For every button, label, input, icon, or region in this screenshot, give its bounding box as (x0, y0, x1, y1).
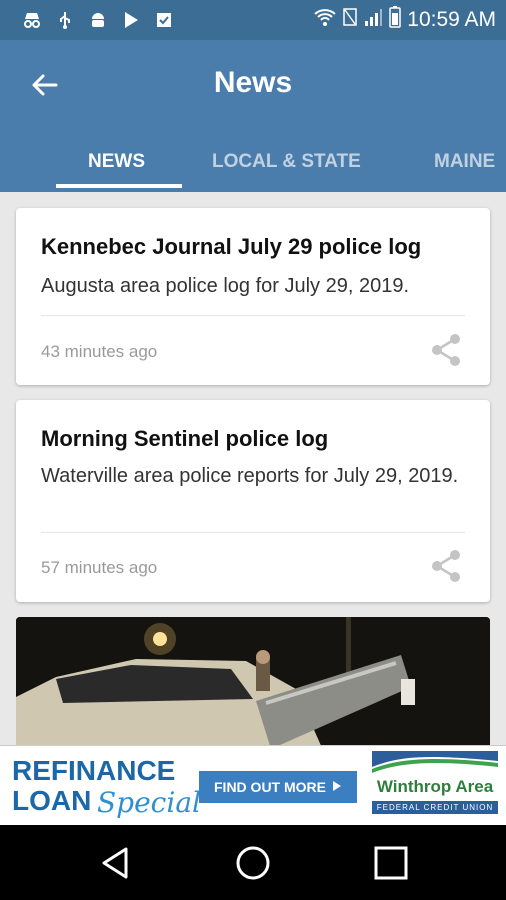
ad-special-text: Special (97, 786, 201, 819)
system-indicators: 10:59 AM (313, 6, 506, 34)
tab-news[interactable]: NEWS (88, 145, 145, 189)
ad-find-out-more-button[interactable]: FIND OUT MORE (199, 771, 357, 803)
bank-subtitle: FEDERAL CREDIT UNION (372, 801, 498, 814)
article-photo[interactable] (16, 617, 490, 745)
article-title: Kennebec Journal July 29 police log (41, 234, 422, 259)
ad-headline: REFINANCE (12, 755, 176, 786)
page-title: News (213, 66, 293, 99)
bank-logo: Winthrop Area FEDERAL CREDIT UNION (372, 751, 498, 821)
active-tab-indicator (56, 184, 182, 188)
status-bar: 10:59 AM (0, 0, 506, 40)
article-timestamp: 43 minutes ago (41, 342, 158, 361)
bank-name: Winthrop Area (376, 777, 494, 796)
share-icon[interactable] (430, 549, 462, 583)
article-card[interactable]: Morning Sentinel police log Waterville a… (16, 400, 490, 602)
nav-back-icon[interactable] (98, 845, 134, 881)
battery-icon (389, 6, 402, 34)
card-divider (41, 315, 465, 316)
signal-icon (363, 7, 383, 33)
ad-banner[interactable]: REFINANCE LOAN Special FIND OUT MORE Win… (0, 745, 506, 826)
clock: 10:59 AM (407, 8, 496, 31)
article-description: Augusta area police log for July 29, 201… (41, 275, 410, 297)
wifi-icon (313, 7, 337, 33)
tab-maine[interactable]: MAINE (434, 145, 495, 189)
incognito-icon (22, 10, 42, 30)
share-icon[interactable] (430, 333, 462, 367)
news-feed[interactable]: Kennebec Journal July 29 police log Augu… (0, 192, 506, 745)
ad-button-label: FIND OUT MORE (214, 779, 326, 795)
notification-icons (0, 10, 174, 30)
play-arrow-icon (332, 779, 342, 795)
article-card[interactable]: Kennebec Journal July 29 police log Augu… (16, 208, 490, 385)
ad-headline-loan: LOAN (12, 785, 92, 816)
system-nav-bar (0, 825, 506, 900)
card-divider (41, 532, 465, 533)
usb-icon (55, 10, 75, 30)
article-timestamp: 57 minutes ago (41, 558, 158, 577)
check-app-icon (154, 10, 174, 30)
bank-logo-waves-icon (372, 751, 498, 773)
article-description: Waterville area police reports for July … (41, 465, 459, 487)
no-sim-icon (343, 8, 358, 32)
app-toolbar: News NEWS LOCAL & STATE MAINE (0, 40, 506, 192)
article-title: Morning Sentinel police log (41, 426, 329, 451)
play-store-icon (121, 10, 141, 30)
tab-local-state[interactable]: LOCAL & STATE (212, 145, 361, 189)
android-icon (88, 10, 108, 30)
nav-recents-icon[interactable] (373, 845, 409, 881)
nav-home-icon[interactable] (235, 845, 271, 881)
